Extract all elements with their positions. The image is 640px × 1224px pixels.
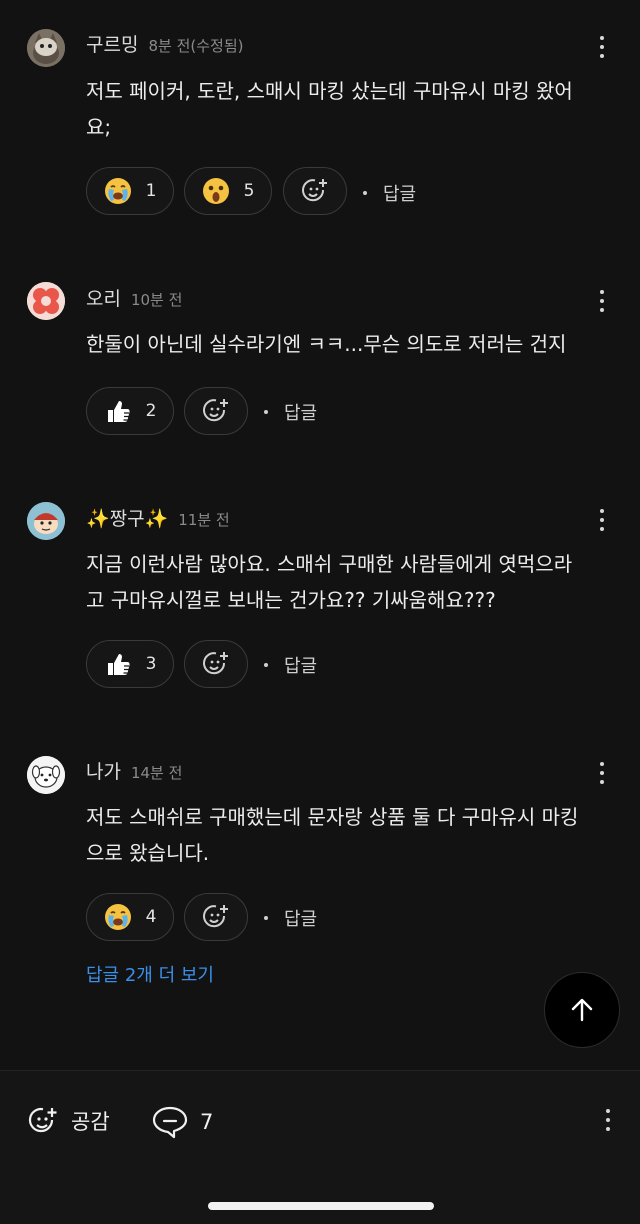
reply-button[interactable]: 답글: [264, 905, 317, 931]
cartoon-avatar-icon: [27, 502, 65, 540]
bottom-action-bar: 공감 7: [0, 1070, 640, 1224]
comment-author[interactable]: ✨짱구✨ 11분 전: [86, 504, 230, 531]
comment-line: 으로 왔습니다.: [86, 841, 210, 865]
comment-text: 저도 페이커, 도란, 스매시 마킹 샀는데 구마유시 마킹 왔어 요;: [86, 73, 616, 145]
author-name: ✨짱구✨: [86, 508, 169, 530]
reaction-count: 5: [243, 181, 255, 201]
like-label: 공감: [71, 1110, 110, 1134]
author-name: 나가: [86, 761, 121, 783]
scroll-to-top-button[interactable]: [544, 972, 620, 1048]
reply-label: 답글: [284, 403, 318, 424]
comment-line: 한둘이 아닌데 실수라기엔 ㅋㅋ...무슨 의도로 저러는 건지: [86, 332, 567, 356]
comment-bubble-icon: [152, 1106, 188, 1139]
add-emoji-icon: [203, 905, 228, 928]
shocked-face-icon: [202, 178, 229, 204]
reaction-count: 3: [145, 654, 157, 674]
author-name: 오리: [86, 288, 121, 310]
thumbs-up-icon: [107, 654, 130, 675]
avatar-flower[interactable]: [27, 282, 65, 320]
reply-label: 답글: [284, 656, 318, 677]
separator-dot: [264, 663, 268, 667]
comment-line: 요;: [86, 115, 112, 139]
reaction-crying-button[interactable]: 1: [86, 167, 174, 215]
more-options-icon[interactable]: [594, 288, 610, 314]
avatar-cartoon[interactable]: [27, 502, 65, 540]
thumbs-up-icon: [107, 401, 130, 422]
comment-author[interactable]: 구르밍 8분 전(수정됨): [86, 30, 243, 57]
reaction-count: 2: [145, 401, 157, 421]
more-options-icon[interactable]: [600, 1107, 616, 1133]
flower-avatar-icon: [27, 282, 65, 320]
arrow-up-icon: [571, 998, 593, 1022]
reaction-crying-button[interactable]: 4: [86, 893, 174, 941]
comment-text: 한둘이 아닌데 실수라기엔 ㅋㅋ...무슨 의도로 저러는 건지: [86, 326, 616, 362]
comment-line: 저도 스매쉬로 구매했는데 문자랑 상품 둘 다 구마유시 마킹: [86, 805, 579, 829]
reply-button[interactable]: 답글: [363, 180, 416, 206]
comment-text: 저도 스매쉬로 구매했는데 문자랑 상품 둘 다 구마유시 마킹 으로 왔습니다…: [86, 799, 616, 871]
comment-time: 14분 전: [130, 764, 183, 782]
more-options-icon[interactable]: [594, 507, 610, 533]
like-button[interactable]: 공감: [27, 1105, 110, 1137]
add-emoji-icon: [302, 179, 327, 202]
comment-text: 지금 이런사람 많아요. 스매쉬 구매한 사람들에게 엿먹으라 고 구마유시껄로…: [86, 546, 616, 618]
crying-face-icon: [104, 178, 131, 204]
more-options-icon[interactable]: [594, 760, 610, 786]
more-options-icon[interactable]: [594, 34, 610, 60]
crying-face-icon: [104, 904, 131, 930]
comment-author[interactable]: 오리 10분 전: [86, 284, 182, 311]
add-reaction-button[interactable]: [184, 640, 248, 688]
comment-time: 8분 전(수정됨): [148, 37, 244, 55]
reply-label: 답글: [284, 909, 318, 930]
avatar-cat[interactable]: [27, 29, 65, 67]
separator-dot: [363, 191, 367, 195]
cat-avatar-icon: [27, 29, 65, 67]
add-reaction-button[interactable]: [184, 387, 248, 435]
home-indicator: [208, 1202, 434, 1210]
comment-line: 고 구마유시껄로 보내는 건가요?? 기싸움해요???: [86, 588, 496, 612]
reaction-shocked-button[interactable]: 5: [184, 167, 272, 215]
comment-time: 11분 전: [178, 511, 230, 529]
reply-button[interactable]: 답글: [264, 399, 317, 425]
view-more-replies-link[interactable]: 답글 2개 더 보기: [86, 961, 214, 987]
comment-line: 지금 이런사람 많아요. 스매쉬 구매한 사람들에게 엿먹으라: [86, 552, 573, 576]
reply-label: 답글: [383, 184, 417, 205]
separator-dot: [264, 410, 268, 414]
reply-button[interactable]: 답글: [264, 652, 317, 678]
comment-line: 저도 페이커, 도란, 스매시 마킹 샀는데 구마유시 마킹 왔어: [86, 79, 573, 103]
reaction-thumbs-up-button[interactable]: 2: [86, 387, 174, 435]
add-emoji-icon: [203, 652, 228, 675]
add-reaction-button[interactable]: [283, 167, 347, 215]
avatar-dog[interactable]: [27, 756, 65, 794]
comment-time: 10분 전: [130, 291, 183, 309]
add-reaction-button[interactable]: [184, 893, 248, 941]
comment-count: 7: [200, 1110, 214, 1134]
author-name: 구르밍: [86, 34, 139, 56]
reaction-count: 4: [145, 907, 157, 927]
reaction-thumbs-up-button[interactable]: 3: [86, 640, 174, 688]
dog-avatar-icon: [27, 756, 65, 794]
separator-dot: [264, 916, 268, 920]
add-emoji-icon: [203, 399, 228, 422]
add-emoji-icon: [28, 1107, 57, 1133]
reaction-count: 1: [145, 181, 157, 201]
comment-author[interactable]: 나가 14분 전: [86, 757, 182, 784]
comments-button[interactable]: 7: [152, 1105, 213, 1139]
